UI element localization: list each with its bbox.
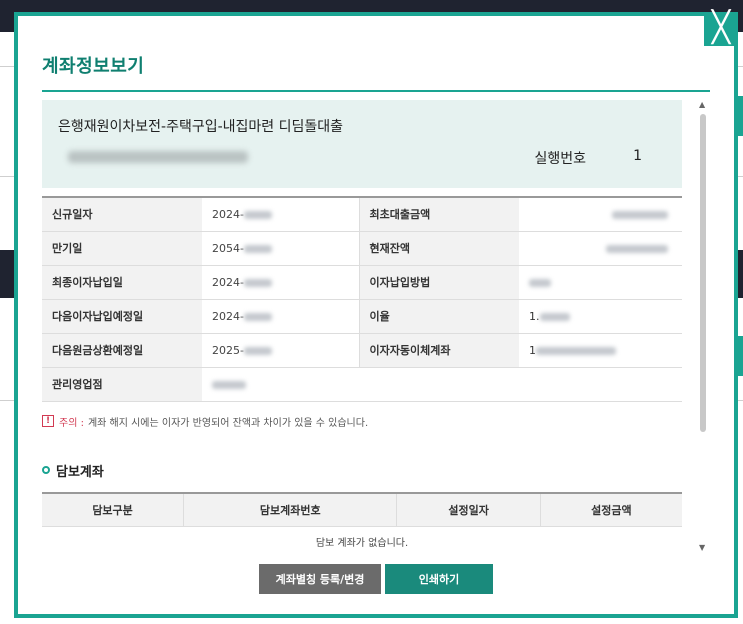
row-value [519, 197, 682, 232]
row-value [202, 367, 682, 402]
scroll-down-icon[interactable]: ▼ [699, 543, 705, 552]
exec-number-label: 실행번호 [534, 151, 586, 167]
collateral-section-title: 담보계좌 [42, 461, 682, 480]
notice-text: 계좌 해지 시에는 이자가 반영되어 잔액과 차이가 있을 수 있습니다. [87, 417, 369, 429]
account-info-table: 신규일자 2024- 최초대출금액 만기일 2054- 현재잔액 최종이자납입일… [42, 196, 682, 402]
row-value: 2025- [202, 333, 360, 368]
row-value: 2024- [202, 265, 360, 300]
column-header: 담보계좌번호 [183, 492, 398, 527]
row-value: 2024- [202, 197, 360, 232]
table-row: 관리영업점 [42, 367, 682, 402]
row-label: 최초대출금액 [359, 197, 519, 232]
vertical-scrollbar[interactable]: ▲ ▼ [698, 100, 708, 552]
close-button[interactable]: ╳ [704, 12, 738, 46]
account-number-redacted [68, 151, 248, 163]
scrollbar-thumb[interactable] [700, 114, 706, 432]
close-icon: ╳ [711, 10, 731, 45]
column-header: 설정금액 [540, 492, 682, 527]
title-divider [42, 90, 710, 92]
exec-number-value: 1 [633, 148, 642, 164]
modal-scroll-area[interactable]: 은행재원이차보전-주택구입-내집마련 디딤돌대출 실행번호 1 신규일자 202… [42, 100, 682, 550]
table-header-row: 담보구분 담보계좌번호 설정일자 설정금액 [42, 492, 682, 527]
notice-message: ! 주의 : 계좌 해지 시에는 이자가 반영되어 잔액과 차이가 있을 수 있… [42, 414, 682, 429]
row-label: 이자납입방법 [359, 265, 519, 300]
row-label: 이율 [359, 299, 519, 334]
scroll-up-icon[interactable]: ▲ [699, 100, 705, 109]
table-row: 다음원금상환예정일 2025- 이자자동이체계좌 1 [42, 333, 682, 368]
row-label: 현재잔액 [359, 231, 519, 266]
account-name: 은행재원이차보전-주택구입-내집마련 디딤돌대출 [58, 119, 344, 135]
table-row: 신규일자 2024- 최초대출금액 [42, 197, 682, 232]
print-button[interactable]: 인쇄하기 [385, 564, 493, 594]
table-row: 다음이자납입예정일 2024- 이율 1. [42, 299, 682, 334]
row-value: 2054- [202, 231, 360, 266]
action-buttons: 계좌별칭 등록/변경 인쇄하기 [18, 564, 734, 594]
row-value: 1. [519, 299, 682, 334]
row-label: 다음원금상환예정일 [42, 333, 202, 368]
bullet-icon [42, 466, 50, 474]
row-value: 2024- [202, 299, 360, 334]
column-header: 설정일자 [396, 492, 541, 527]
row-label: 최종이자납입일 [42, 265, 202, 300]
collateral-table: 담보구분 담보계좌번호 설정일자 설정금액 [42, 491, 682, 527]
row-label: 신규일자 [42, 197, 202, 232]
empty-message: 담보 계좌가 없습니다. [315, 538, 409, 549]
table-row: 최종이자납입일 2024- 이자납입방법 [42, 265, 682, 300]
warning-icon: ! [42, 415, 54, 427]
row-value: 1 [519, 333, 682, 368]
column-header: 담보구분 [42, 492, 185, 527]
row-label: 관리영업점 [42, 367, 202, 402]
row-label: 만기일 [42, 231, 202, 266]
table-row: 만기일 2054- 현재잔액 [42, 231, 682, 266]
account-info-modal: ╳ 계좌정보보기 은행재원이차보전-주택구입-내집마련 디딤돌대출 실행번호 1… [14, 12, 738, 618]
row-value [519, 265, 682, 300]
row-label: 이자자동이체계좌 [359, 333, 519, 368]
account-summary-box: 은행재원이차보전-주택구입-내집마련 디딤돌대출 실행번호 1 [42, 100, 682, 188]
row-label: 다음이자납입예정일 [42, 299, 202, 334]
notice-label: 주의 : [59, 417, 84, 429]
modal-title: 계좌정보보기 [42, 56, 145, 77]
row-value [519, 231, 682, 266]
register-alias-button[interactable]: 계좌별칭 등록/변경 [259, 564, 381, 594]
